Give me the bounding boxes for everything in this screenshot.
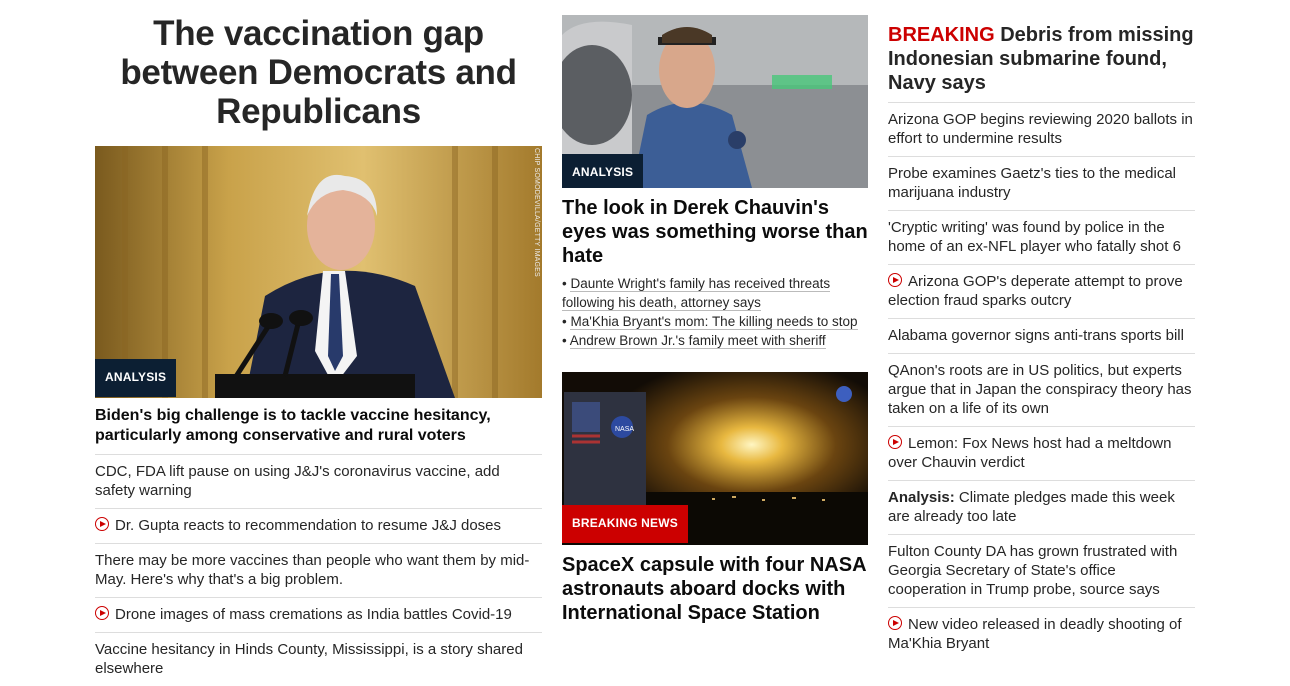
spacex-headline[interactable]: SpaceX capsule with four NASA astronauts… [562, 553, 868, 625]
list-item-text: There may be more vaccines than people w… [95, 552, 530, 588]
breaking-kicker: BREAKING [888, 24, 995, 46]
list-item[interactable]: Lemon: Fox News host had a meltdown over… [888, 427, 1195, 481]
chauvin-headline[interactable]: The look in Derek Chauvin's eyes was som… [562, 196, 868, 268]
list-item-text: 'Cryptic writing' was found by police in… [888, 219, 1181, 255]
breaking-news-label: BREAKING NEWS [562, 505, 688, 543]
spacex-image[interactable]: NASA BREAKING NEWS [562, 372, 868, 545]
related-link-text: Ma'Khia Bryant's mom: The killing needs … [570, 314, 858, 330]
related-link[interactable]: • Daunte Wright's family has received th… [562, 274, 868, 312]
list-item-text: Arizona GOP's deperate attempt to prove … [888, 273, 1183, 309]
photo-credit: CHIP SOMODEVILLA/GETTY IMAGES [533, 148, 540, 277]
list-item-text: QAnon's roots are in US politics, but ex… [888, 362, 1192, 417]
list-item-text: Fulton County DA has grown frustrated wi… [888, 543, 1178, 598]
list-item-text: Probe examines Gaetz's ties to the medic… [888, 165, 1177, 201]
related-link[interactable]: • Andrew Brown Jr.'s family meet with sh… [562, 331, 868, 350]
related-link[interactable]: • Ma'Khia Bryant's mom: The killing need… [562, 312, 868, 331]
column-latest: BREAKING Debris from missing Indonesian … [888, 0, 1195, 661]
list-item[interactable]: Alabama governor signs anti-trans sports… [888, 319, 1195, 354]
biden-hero-image[interactable]: CHIP SOMODEVILLA/GETTY IMAGES ANALYSIS [95, 146, 542, 398]
list-item[interactable]: There may be more vaccines than people w… [95, 544, 542, 598]
related-links: • Daunte Wright's family has received th… [562, 274, 868, 350]
list-item[interactable]: Arizona GOP's deperate attempt to prove … [888, 265, 1195, 319]
list-item[interactable]: Drone images of mass cremations as India… [95, 598, 542, 633]
list-item[interactable]: 'Cryptic writing' was found by police in… [888, 211, 1195, 265]
list-item[interactable]: Dr. Gupta reacts to recommendation to re… [95, 509, 542, 544]
column-vaccine: The vaccination gap between Democrats an… [95, 0, 542, 686]
list-item-text: Vaccine hesitancy in Hinds County, Missi… [95, 641, 523, 677]
analysis-label: ANALYSIS [95, 359, 177, 397]
list-item-text: CDC, FDA lift pause on using J&J's coron… [95, 463, 500, 499]
related-link-text: Daunte Wright's family has received thre… [562, 276, 831, 311]
latest-story-list: Arizona GOP begins reviewing 2020 ballot… [888, 103, 1195, 661]
play-video-icon [888, 616, 902, 630]
related-link-text: Andrew Brown Jr.'s family meet with sher… [569, 333, 826, 349]
section-title[interactable]: The vaccination gap between Democrats an… [95, 14, 542, 131]
analysis-prefix: Analysis: [888, 489, 955, 506]
list-item[interactable]: Probe examines Gaetz's ties to the medic… [888, 157, 1195, 211]
play-video-icon [95, 517, 109, 531]
analysis-label: ANALYSIS [562, 154, 644, 188]
list-item[interactable]: Fulton County DA has grown frustrated wi… [888, 535, 1195, 608]
column-middle: ANALYSIS The look in Derek Chauvin's eye… [562, 0, 868, 625]
list-item[interactable]: Arizona GOP begins reviewing 2020 ballot… [888, 103, 1195, 157]
list-item[interactable]: Vaccine hesitancy in Hinds County, Missi… [95, 633, 542, 686]
play-video-icon [888, 435, 902, 449]
list-item[interactable]: CDC, FDA lift pause on using J&J's coron… [95, 455, 542, 509]
list-item[interactable]: QAnon's roots are in US politics, but ex… [888, 354, 1195, 427]
list-item[interactable]: Analysis: Climate pledges made this week… [888, 481, 1195, 535]
list-item-text: Alabama governor signs anti-trans sports… [888, 327, 1184, 344]
chauvin-image[interactable]: ANALYSIS [562, 15, 868, 188]
list-item-text: Drone images of mass cremations as India… [115, 606, 512, 623]
list-item-text: Lemon: Fox News host had a meltdown over… [888, 435, 1172, 471]
svg-text:NASA: NASA [615, 426, 634, 433]
list-item-text: New video released in deadly shooting of… [888, 616, 1182, 652]
list-item-text: Dr. Gupta reacts to recommendation to re… [115, 517, 502, 534]
biden-headline[interactable]: Biden's big challenge is to tackle vacci… [95, 406, 542, 455]
list-item-text: Arizona GOP begins reviewing 2020 ballot… [888, 111, 1193, 147]
list-item[interactable]: New video released in deadly shooting of… [888, 608, 1195, 661]
vaccine-story-list: CDC, FDA lift pause on using J&J's coron… [95, 455, 542, 686]
play-video-icon [888, 273, 902, 287]
play-video-icon [95, 606, 109, 620]
breaking-headline[interactable]: BREAKING Debris from missing Indonesian … [888, 23, 1195, 103]
